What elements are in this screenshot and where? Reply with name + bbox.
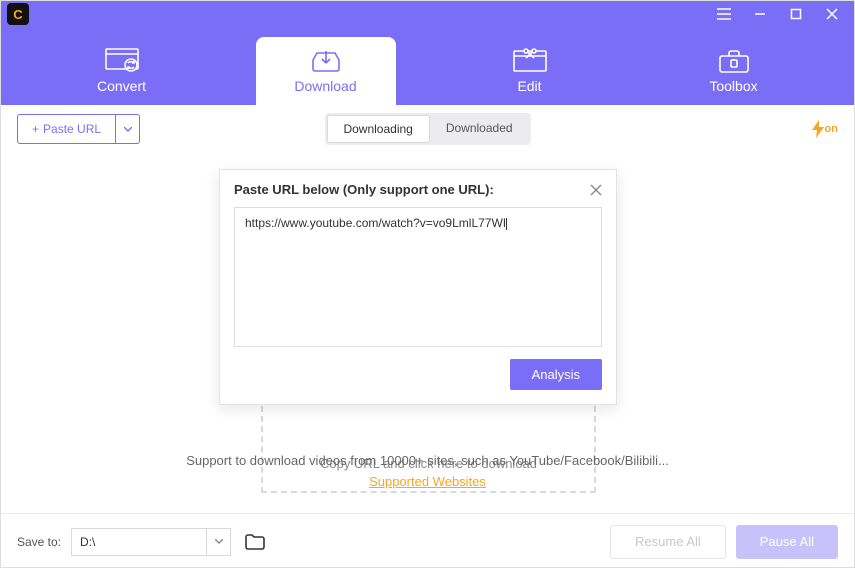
- tab-toolbox-label: Toolbox: [709, 78, 757, 94]
- close-icon[interactable]: [814, 1, 850, 27]
- support-text: Support to download videos from 10000+ s…: [186, 453, 669, 468]
- chevron-down-icon: [124, 127, 132, 132]
- segment-downloaded[interactable]: Downloaded: [430, 115, 529, 143]
- tab-convert[interactable]: Convert: [52, 37, 192, 105]
- resume-all-button[interactable]: Resume All: [610, 525, 726, 559]
- support-text-block: Support to download videos from 10000+ s…: [1, 453, 854, 489]
- url-input[interactable]: https://www.youtube.com/watch?v=vo9LmlL7…: [234, 207, 602, 347]
- tab-download-label: Download: [294, 78, 356, 94]
- minimize-icon[interactable]: [742, 1, 778, 27]
- hardware-accel-badge[interactable]: on: [812, 120, 838, 138]
- close-icon: [590, 184, 602, 196]
- save-to-select[interactable]: D:\: [71, 528, 231, 556]
- paste-url-button-group: + Paste URL: [17, 114, 140, 144]
- dialog-close-button[interactable]: [590, 184, 602, 196]
- toolbar: + Paste URL Downloading Downloaded on: [1, 105, 854, 153]
- chevron-down-icon: [215, 539, 223, 544]
- app-logo: C: [7, 3, 29, 25]
- segment-downloading[interactable]: Downloading: [326, 115, 429, 143]
- tab-edit[interactable]: Edit: [460, 37, 600, 105]
- paste-url-button[interactable]: + Paste URL: [17, 114, 116, 144]
- pause-all-button[interactable]: Pause All: [736, 525, 838, 559]
- dialog-title: Paste URL below (Only support one URL):: [234, 182, 494, 197]
- titlebar: C: [1, 1, 854, 27]
- download-state-segment: Downloading Downloaded: [324, 113, 530, 145]
- save-to-dropdown[interactable]: [206, 528, 230, 556]
- plus-icon: +: [32, 122, 39, 136]
- open-folder-button[interactable]: [241, 528, 269, 556]
- folder-icon: [245, 534, 265, 550]
- paste-url-label: Paste URL: [43, 122, 101, 136]
- content-area: Copy URL and click here to download Supp…: [1, 153, 854, 513]
- menu-icon[interactable]: [706, 1, 742, 27]
- paste-url-dialog: Paste URL below (Only support one URL): …: [219, 169, 617, 405]
- main-navbar: Convert Download Edit Toolbox: [1, 27, 854, 105]
- maximize-icon[interactable]: [778, 1, 814, 27]
- tab-convert-label: Convert: [97, 78, 146, 94]
- tab-download[interactable]: Download: [256, 37, 396, 105]
- text-cursor: [506, 218, 507, 230]
- save-to-label: Save to:: [17, 535, 61, 549]
- paste-url-dropdown[interactable]: [116, 114, 140, 144]
- bottom-bar: Save to: D:\ Resume All Pause All: [1, 513, 854, 569]
- supported-websites-link[interactable]: Supported Websites: [1, 474, 854, 489]
- save-to-value: D:\: [72, 535, 206, 549]
- tab-edit-label: Edit: [517, 78, 541, 94]
- hardware-accel-label: on: [825, 123, 838, 135]
- url-input-value: https://www.youtube.com/watch?v=vo9LmlL7…: [245, 216, 506, 230]
- tab-toolbox[interactable]: Toolbox: [664, 37, 804, 105]
- analysis-button[interactable]: Analysis: [510, 359, 602, 390]
- lightning-icon: [812, 120, 824, 138]
